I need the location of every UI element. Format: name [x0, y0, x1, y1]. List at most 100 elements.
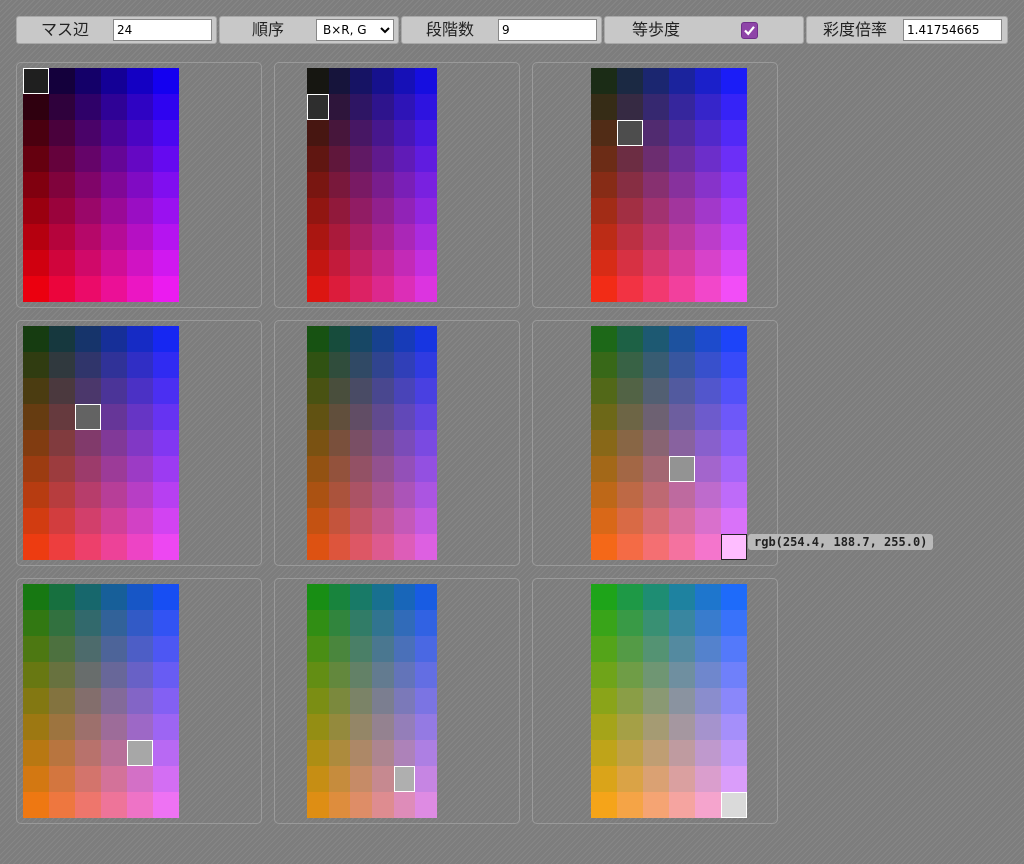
color-cell[interactable] [669, 404, 695, 430]
color-cell[interactable] [669, 792, 695, 818]
color-cell[interactable] [153, 688, 179, 714]
color-cell[interactable] [127, 766, 153, 792]
color-cell[interactable] [153, 250, 179, 276]
color-cell[interactable] [591, 534, 617, 560]
color-cell[interactable] [643, 120, 669, 146]
color-cell[interactable] [415, 250, 437, 276]
color-cell[interactable] [591, 766, 617, 792]
color-cell[interactable] [328, 482, 351, 508]
color-cell[interactable] [695, 610, 721, 636]
color-cell[interactable] [127, 714, 153, 740]
color-cell[interactable] [415, 456, 437, 482]
color-cell[interactable] [49, 662, 75, 688]
color-cell[interactable] [23, 172, 49, 198]
color-cell[interactable] [617, 534, 643, 560]
order-select[interactable]: B×R, G [316, 19, 394, 41]
color-cell[interactable] [49, 688, 75, 714]
color-cell[interactable] [23, 430, 49, 456]
color-cell[interactable] [23, 508, 49, 534]
color-cell[interactable] [617, 430, 643, 456]
color-cell[interactable] [643, 224, 669, 250]
color-cell[interactable] [591, 482, 617, 508]
color-cell[interactable] [669, 250, 695, 276]
color-cell[interactable] [617, 714, 643, 740]
color-cell[interactable] [328, 792, 351, 818]
color-cell[interactable] [75, 378, 101, 404]
color-cell[interactable] [695, 276, 721, 302]
color-cell[interactable] [328, 508, 351, 534]
color-cell[interactable] [372, 146, 394, 172]
color-cell[interactable] [307, 352, 329, 378]
color-cell[interactable] [643, 740, 669, 766]
color-cell[interactable] [350, 198, 372, 224]
color-cell[interactable] [643, 584, 669, 610]
color-cell[interactable] [393, 792, 416, 818]
color-cell[interactable] [591, 740, 617, 766]
color-cell[interactable] [643, 792, 669, 818]
steps-input[interactable] [498, 19, 597, 41]
color-cell[interactable] [643, 534, 669, 560]
color-cell[interactable] [23, 378, 49, 404]
color-cell[interactable] [591, 662, 617, 688]
color-cell[interactable] [350, 94, 372, 120]
color-cell[interactable] [415, 172, 437, 198]
color-cell[interactable] [721, 352, 747, 378]
color-cell[interactable] [307, 276, 329, 302]
color-cell[interactable] [415, 534, 437, 560]
color-cell[interactable] [23, 610, 49, 636]
color-cell[interactable] [415, 326, 437, 352]
color-cell[interactable] [101, 430, 127, 456]
color-cell[interactable] [393, 172, 416, 198]
color-cell[interactable] [153, 146, 179, 172]
color-cell[interactable] [101, 120, 127, 146]
color-cell[interactable] [372, 326, 394, 352]
color-cell[interactable] [75, 430, 101, 456]
color-cell[interactable] [721, 688, 747, 714]
color-cell[interactable] [669, 714, 695, 740]
color-cell[interactable] [393, 508, 416, 534]
color-cell[interactable] [372, 766, 394, 792]
color-cell[interactable] [695, 378, 721, 404]
color-cell[interactable] [350, 430, 372, 456]
color-cell[interactable] [127, 94, 153, 120]
color-cell[interactable] [372, 120, 394, 146]
color-cell[interactable] [49, 378, 75, 404]
color-cell[interactable] [153, 378, 179, 404]
color-cell[interactable] [591, 172, 617, 198]
color-cell[interactable] [721, 766, 747, 792]
color-cell[interactable] [153, 740, 179, 766]
color-cell[interactable] [695, 326, 721, 352]
color-cell[interactable] [617, 404, 643, 430]
color-cell[interactable] [101, 714, 127, 740]
color-cell[interactable] [415, 766, 437, 792]
color-cell[interactable] [101, 534, 127, 560]
color-cell[interactable] [643, 766, 669, 792]
color-cell[interactable] [372, 430, 394, 456]
color-cell[interactable] [695, 352, 721, 378]
color-cell[interactable] [643, 198, 669, 224]
color-cell[interactable] [591, 456, 617, 482]
color-cell[interactable] [49, 792, 75, 818]
color-cell[interactable] [643, 146, 669, 172]
color-cell[interactable] [127, 636, 153, 662]
color-cell[interactable] [695, 714, 721, 740]
color-cell[interactable] [307, 610, 329, 636]
color-cell[interactable] [393, 456, 416, 482]
color-cell[interactable] [695, 482, 721, 508]
color-cell[interactable] [721, 792, 747, 818]
color-cell[interactable] [49, 534, 75, 560]
color-cell[interactable] [415, 610, 437, 636]
color-cell[interactable] [721, 224, 747, 250]
color-cell[interactable] [75, 482, 101, 508]
color-cell[interactable] [669, 276, 695, 302]
color-cell[interactable] [669, 662, 695, 688]
color-cell[interactable] [101, 326, 127, 352]
color-cell[interactable] [669, 584, 695, 610]
color-cell[interactable] [23, 404, 49, 430]
color-cell[interactable] [350, 610, 372, 636]
color-cell[interactable] [350, 120, 372, 146]
color-cell[interactable] [153, 584, 179, 610]
color-cell[interactable] [75, 456, 101, 482]
color-cell[interactable] [101, 456, 127, 482]
color-cell[interactable] [153, 792, 179, 818]
